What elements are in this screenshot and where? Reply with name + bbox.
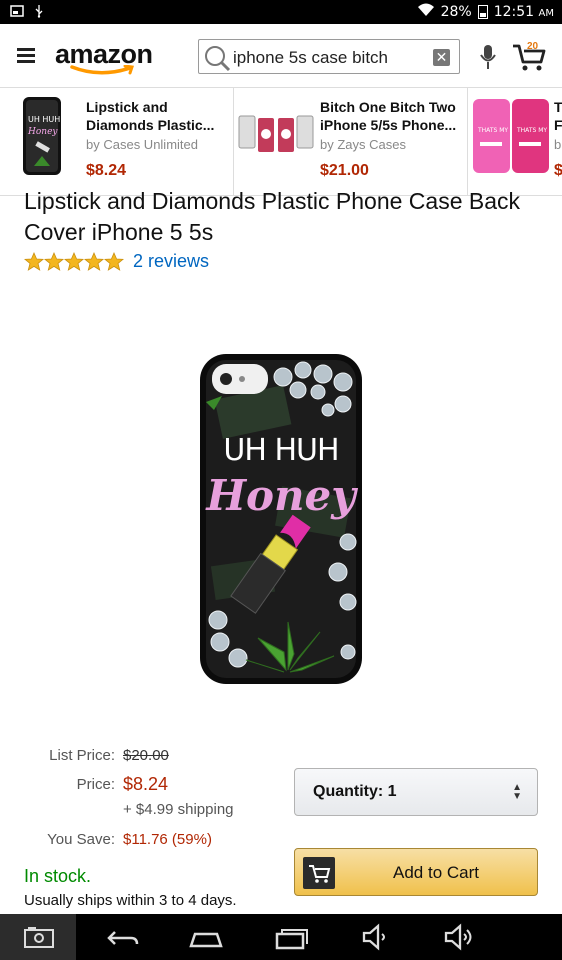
product-rating[interactable]: 2 reviews bbox=[24, 251, 209, 272]
product-title: Lipstick and Diamonds Plastic Phone Case… bbox=[24, 188, 521, 245]
usb-icon bbox=[34, 4, 44, 22]
reviews-link[interactable]: 2 reviews bbox=[133, 251, 209, 272]
star-icon bbox=[83, 251, 105, 271]
android-nav-bar bbox=[0, 914, 562, 960]
sponsored-products-strip: UH HUH Honey Lipstick and Diamonds Plast… bbox=[0, 88, 562, 196]
battery-percent: 28% bbox=[440, 3, 472, 20]
volume-down-icon[interactable] bbox=[358, 922, 398, 952]
sponsored-item-price: $ bbox=[554, 162, 562, 180]
product-image[interactable]: UH HUH Honey bbox=[198, 352, 364, 686]
sponsored-item-seller: by Zays Cases bbox=[320, 137, 406, 152]
svg-text:THATS MY: THATS MY bbox=[477, 127, 508, 134]
search-input[interactable]: iphone 5s case bitch ✕ bbox=[198, 39, 460, 74]
price-label: Price: bbox=[76, 776, 115, 793]
sponsored-item-title: Bitch One Bitch Two iPhone 5/5s Phone... bbox=[320, 99, 457, 133]
microphone-icon[interactable] bbox=[480, 44, 496, 70]
svg-text:UH HUH: UH HUH bbox=[28, 115, 60, 124]
shipping-cost: + $4.99 shipping bbox=[123, 801, 234, 818]
back-icon[interactable] bbox=[103, 922, 143, 952]
price-value: $8.24 bbox=[123, 774, 169, 794]
sponsored-item-price: $21.00 bbox=[320, 162, 369, 179]
sponsored-item[interactable]: UH HUH Honey Lipstick and Diamonds Plast… bbox=[0, 88, 234, 195]
star-rating bbox=[24, 251, 124, 272]
home-icon[interactable] bbox=[186, 922, 226, 952]
product-thumbnail bbox=[238, 115, 314, 152]
list-price-label: List Price: bbox=[49, 747, 115, 764]
amazon-smile-icon bbox=[70, 65, 134, 75]
star-icon bbox=[43, 251, 65, 271]
status-bar: 28% 12:51 AM bbox=[0, 0, 562, 24]
app-header: amazon iphone 5s case bitch ✕ 20 bbox=[0, 24, 562, 88]
svg-text:THATS MY: THATS MY bbox=[516, 127, 547, 134]
star-icon bbox=[24, 251, 45, 271]
savings-label: You Save: bbox=[47, 831, 115, 848]
add-to-cart-label: Add to Cart bbox=[393, 863, 479, 882]
add-to-cart-button[interactable]: Add to Cart bbox=[294, 848, 538, 896]
stock-status: In stock. bbox=[24, 866, 92, 886]
quantity-select[interactable]: Quantity: 1 ▲ ▼ bbox=[294, 768, 538, 816]
shipping-estimate: Usually ships within 3 to 4 days. bbox=[24, 892, 237, 909]
savings-value: $11.76 (59%) bbox=[123, 831, 212, 848]
star-icon bbox=[103, 251, 124, 271]
recent-apps-icon[interactable] bbox=[272, 922, 312, 952]
wifi-icon bbox=[417, 3, 435, 20]
cart-count-badge: 20 bbox=[527, 41, 539, 52]
product-thumbnail: THATS MY THATS MY bbox=[473, 99, 549, 173]
case-print-text: UH HUH bbox=[223, 433, 338, 468]
sponsored-item[interactable]: THATS MY THATS MY T F b $ bbox=[468, 88, 562, 195]
camera-icon bbox=[24, 927, 54, 948]
menu-icon[interactable] bbox=[17, 48, 35, 63]
sponsored-item-title: Lipstick and Diamonds Plastic... bbox=[86, 99, 215, 133]
clear-search-icon[interactable]: ✕ bbox=[433, 49, 450, 66]
star-icon bbox=[63, 251, 85, 271]
sponsored-item-title: T F bbox=[554, 99, 562, 133]
sponsored-item[interactable]: Bitch One Bitch Two iPhone 5/5s Phone...… bbox=[234, 88, 468, 195]
cart-icon bbox=[303, 857, 335, 889]
list-price-value: $20.00 bbox=[123, 747, 169, 764]
screenshot-button[interactable] bbox=[0, 914, 76, 960]
quantity-label: Quantity: 1 bbox=[313, 783, 397, 800]
sponsored-item-seller: b bbox=[554, 137, 562, 152]
svg-text:Honey: Honey bbox=[27, 127, 58, 137]
volume-up-icon[interactable] bbox=[440, 922, 480, 952]
search-query[interactable]: iphone 5s case bitch bbox=[233, 48, 388, 68]
screenshot-notification-icon bbox=[10, 5, 24, 21]
battery-icon bbox=[477, 4, 488, 19]
search-icon bbox=[205, 46, 231, 72]
case-print-script: Honey bbox=[205, 471, 358, 520]
sponsored-item-price: $8.24 bbox=[86, 162, 127, 179]
select-arrows-icon: ▲ ▼ bbox=[512, 782, 522, 802]
clock: 12:51 AM bbox=[493, 3, 554, 20]
sponsored-item-seller: by Cases Unlimited bbox=[86, 137, 198, 152]
product-thumbnail: UH HUH Honey bbox=[23, 97, 61, 175]
